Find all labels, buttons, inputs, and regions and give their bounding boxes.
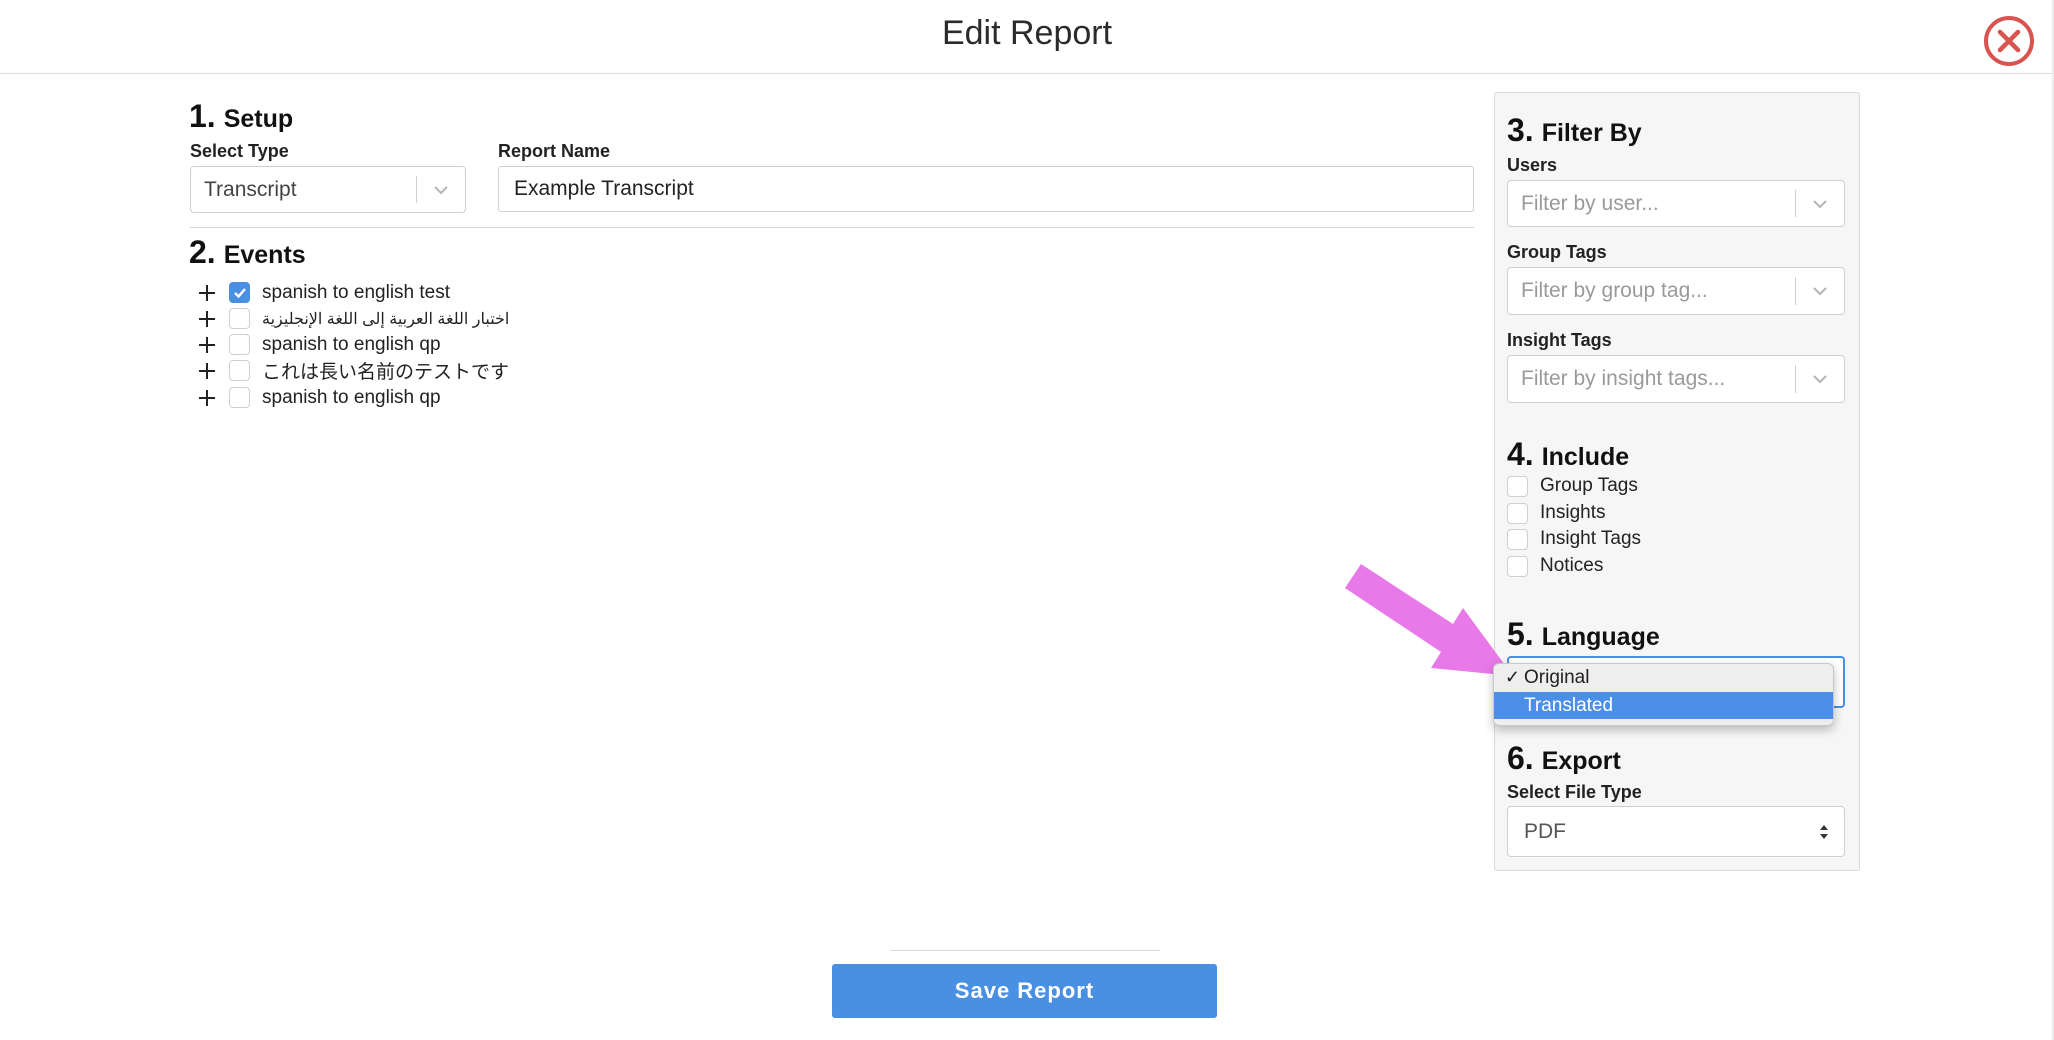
export-number: 6. (1507, 740, 1534, 776)
insight-tags-label: Insight Tags (1507, 330, 1612, 350)
insight-tags-filter-placeholder: Filter by insight tags... (1521, 367, 1726, 390)
setup-title: Setup (223, 105, 294, 133)
page-title: Edit Report (941, 14, 1113, 52)
include-number: 4. (1507, 436, 1534, 472)
event-row: اختبار اللغة العربية إلى اللغة الإنجليزي… (195, 305, 509, 332)
include-group-tags-checkbox[interactable] (1507, 475, 1528, 497)
events-number: 2. (189, 234, 216, 270)
event-checkbox[interactable] (229, 308, 250, 329)
events-title: Events (223, 241, 306, 269)
expand-plus-icon[interactable] (195, 333, 219, 357)
report-name-label: Report Name (498, 141, 611, 161)
include-row: Notices (1507, 555, 1603, 577)
group-tags-label: Group Tags (1507, 242, 1607, 262)
group-tags-filter-select[interactable]: Filter by group tag... (1507, 267, 1845, 315)
event-checkbox[interactable] (229, 282, 250, 303)
event-label: spanish to english test (262, 281, 451, 303)
chevron-down-icon[interactable] (1796, 374, 1844, 384)
filter-heading: 3. Filter By (1507, 112, 1642, 149)
event-row: spanish to english qp (195, 384, 441, 411)
event-label: اختبار اللغة العربية إلى اللغة الإنجليزي… (262, 310, 510, 328)
updown-arrows-icon (1804, 824, 1844, 840)
report-type-select[interactable]: Transcript (190, 166, 466, 213)
expand-plus-icon[interactable] (195, 307, 219, 331)
include-label: Insights (1540, 502, 1606, 523)
event-checkbox[interactable] (229, 334, 250, 355)
report-type-value: Transcript (204, 177, 297, 201)
include-insights-checkbox[interactable] (1507, 502, 1528, 524)
export-title: Export (1541, 747, 1621, 775)
setup-number: 1. (189, 98, 216, 134)
events-heading: 2. Events (189, 234, 306, 271)
include-row: Insight Tags (1507, 528, 1641, 550)
section-divider (190, 227, 1474, 228)
users-filter-placeholder: Filter by user... (1521, 191, 1659, 215)
include-label: Insight Tags (1540, 528, 1642, 549)
event-label: spanish to english qp (262, 333, 441, 355)
event-row: spanish to english qp (195, 331, 441, 358)
language-option-label: Original (1524, 666, 1590, 688)
checkmark-icon (233, 287, 246, 298)
language-option-translated[interactable]: Translated (1494, 692, 1833, 719)
expand-plus-icon[interactable] (195, 386, 219, 410)
modal-header: Edit Report (0, 0, 2054, 74)
include-title: Include (1541, 443, 1630, 471)
event-label: spanish to english qp (262, 386, 441, 408)
chevron-down-icon[interactable] (417, 185, 465, 195)
language-title: Language (1541, 623, 1660, 651)
include-heading: 4. Include (1507, 436, 1629, 473)
file-type-select[interactable]: PDF (1507, 806, 1845, 857)
include-row: Insights (1507, 502, 1605, 524)
filter-number: 3. (1507, 112, 1534, 148)
select-type-label: Select Type (190, 141, 289, 161)
setup-heading: 1. Setup (189, 98, 293, 135)
include-label: Notices (1540, 555, 1604, 576)
language-dropdown-menu: ✓ Original Translated (1493, 663, 1834, 726)
event-checkbox[interactable] (229, 360, 250, 381)
event-label: これは長い名前のテストです (262, 362, 510, 383)
include-insight-tags-checkbox[interactable] (1507, 528, 1528, 550)
footer-divider (890, 950, 1160, 951)
pointer-arrow-icon (1345, 564, 1513, 676)
selected-check-icon: ✓ (1504, 667, 1520, 687)
file-type-label: Select File Type (1507, 782, 1642, 802)
expand-plus-icon[interactable] (195, 281, 219, 305)
expand-plus-icon[interactable] (195, 359, 219, 383)
close-icon[interactable] (1982, 14, 2036, 68)
users-filter-select[interactable]: Filter by user... (1507, 180, 1845, 227)
insight-tags-filter-select[interactable]: Filter by insight tags... (1507, 355, 1845, 403)
language-number: 5. (1507, 616, 1534, 652)
event-row: これは長い名前のテストです (195, 357, 509, 384)
language-option-label: Translated (1524, 694, 1614, 716)
group-tags-filter-placeholder: Filter by group tag... (1521, 279, 1708, 302)
users-label: Users (1507, 155, 1558, 175)
event-row: spanish to english test (195, 279, 450, 306)
save-report-button[interactable]: Save Report (832, 964, 1217, 1018)
filter-title: Filter By (1541, 119, 1642, 147)
include-label: Group Tags (1540, 475, 1638, 496)
chevron-down-icon[interactable] (1796, 286, 1844, 296)
export-heading: 6. Export (1507, 740, 1621, 777)
language-heading: 5. Language (1507, 616, 1660, 653)
event-checkbox[interactable] (229, 387, 250, 408)
file-type-value: PDF (1524, 819, 1566, 843)
language-option-original[interactable]: ✓ Original (1494, 664, 1833, 691)
report-name-input[interactable] (498, 166, 1474, 212)
include-row: Group Tags (1507, 475, 1638, 497)
chevron-down-icon[interactable] (1796, 199, 1844, 209)
